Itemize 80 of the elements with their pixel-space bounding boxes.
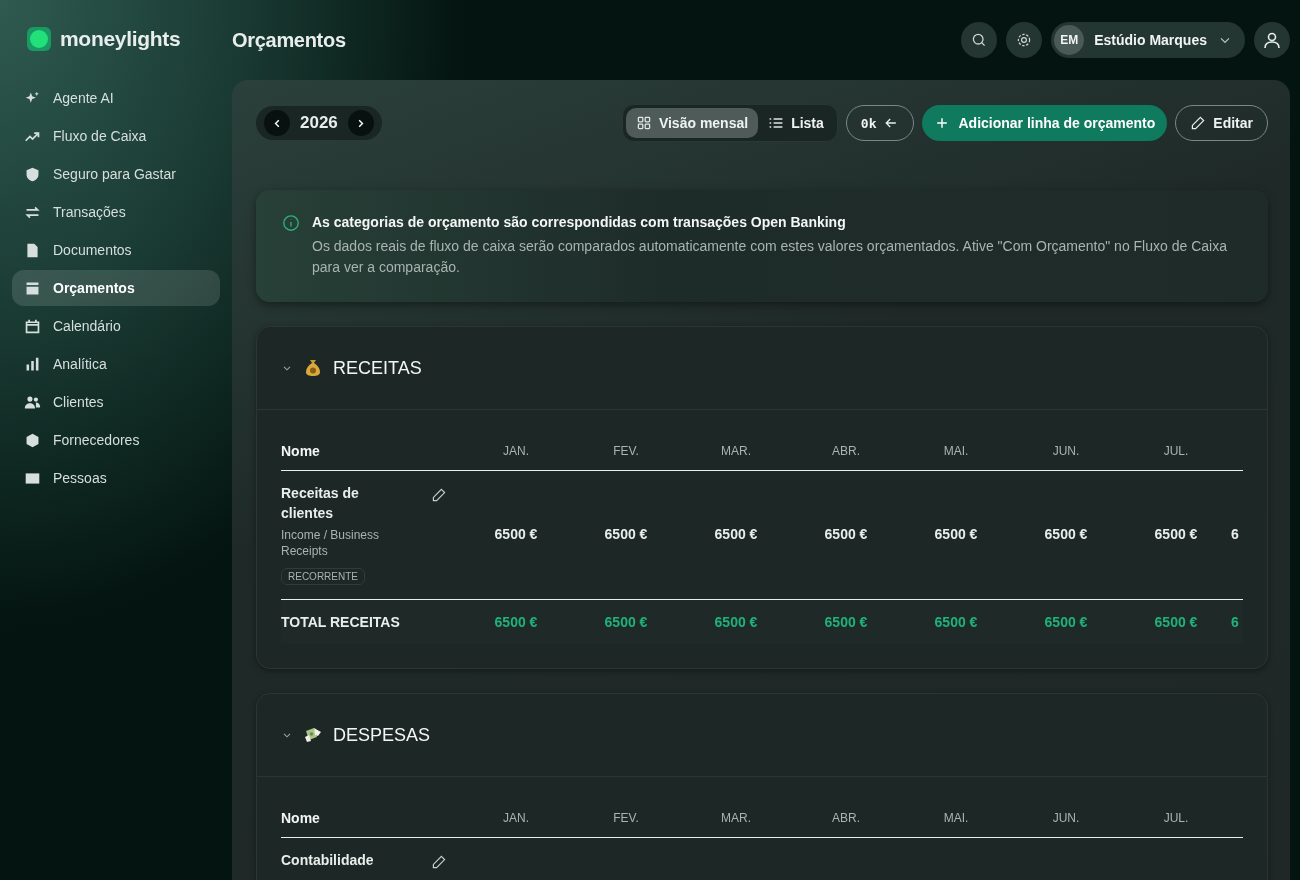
column-header: FEV. bbox=[612, 811, 640, 825]
sidebar-item[interactable]: Analítica bbox=[12, 346, 220, 382]
column-header: JAN. bbox=[502, 444, 530, 458]
total-cell-text: 6500 € bbox=[603, 614, 649, 630]
add-budget-line-button[interactable]: Adicionar linha de orçamento bbox=[922, 105, 1168, 141]
row-name: Contabilidade bbox=[281, 851, 374, 870]
sidebar-item[interactable]: Pessoas bbox=[12, 460, 220, 496]
view-tab[interactable]: Visão mensal bbox=[625, 108, 759, 138]
table-cell-text: 6500 € bbox=[823, 526, 869, 542]
info-icon bbox=[282, 214, 300, 232]
column-header: Nome bbox=[281, 810, 321, 826]
sidebar-item[interactable]: Transações bbox=[12, 194, 220, 230]
row-name: Receitas de clientes bbox=[281, 484, 360, 523]
info-text: Os dados reais de fluxo de caixa serão comparados automaticamente com estes valores orçamentados. Ative "Com Orçamento" no Fluxo de Caixa para ver a comparação. bbox=[312, 237, 1228, 277]
total-cell-text: 6500 € bbox=[1043, 614, 1089, 630]
shield-icon bbox=[24, 165, 41, 183]
previous-year-button[interactable] bbox=[264, 110, 290, 136]
profile-button[interactable] bbox=[1254, 22, 1290, 58]
total-cell-text: 6500 € bbox=[933, 614, 979, 630]
column-header: JUL. bbox=[1162, 444, 1190, 458]
search-button[interactable] bbox=[961, 22, 998, 58]
calendar-icon bbox=[24, 317, 41, 335]
sidebar-item[interactable]: Agente AI bbox=[12, 80, 220, 116]
table-cell-text: 6500 € bbox=[1153, 526, 1199, 542]
total-cell-text: 6500 € bbox=[713, 614, 759, 630]
total-label: TOTAL RECEITAS bbox=[281, 614, 401, 630]
bar-chart-icon bbox=[24, 355, 41, 373]
column-header: ABR. bbox=[831, 444, 861, 458]
table-cell-text: 6 bbox=[1231, 526, 1240, 542]
sidebar-item[interactable]: Seguro para Gastar bbox=[12, 156, 220, 192]
pencil-icon[interactable] bbox=[431, 487, 447, 503]
column-header: MAI. bbox=[942, 811, 970, 825]
recurring-tag: RECORRENTE bbox=[281, 568, 365, 585]
settings-button[interactable] bbox=[1006, 22, 1043, 58]
sidebar-item[interactable]: Orçamentos bbox=[12, 270, 220, 306]
table-cell-text: 6500 € bbox=[933, 526, 979, 542]
column-header: MAR. bbox=[720, 444, 752, 458]
total-cell-text: 6500 € bbox=[493, 614, 539, 630]
sidebar-item[interactable]: Clientes bbox=[12, 384, 220, 420]
info-title: As categorias de orçamento são correspondidas com transações Open Banking bbox=[312, 214, 847, 230]
logo-icon bbox=[26, 26, 52, 52]
column-header: MAI. bbox=[942, 444, 970, 458]
column-header: Nome bbox=[281, 443, 321, 459]
list-icon bbox=[768, 115, 785, 131]
pencil-icon[interactable] bbox=[431, 854, 447, 870]
column-header: JUL. bbox=[1162, 811, 1190, 825]
column-header: MAR. bbox=[720, 811, 752, 825]
money-bag-icon bbox=[303, 358, 323, 378]
user-icon bbox=[1262, 30, 1282, 50]
next-year-button[interactable] bbox=[347, 110, 374, 136]
pencil-icon bbox=[1190, 115, 1207, 131]
column-header: JUN. bbox=[1051, 444, 1081, 458]
column-header: JAN. bbox=[502, 811, 530, 825]
row-category: Income / Business Receipts bbox=[281, 527, 381, 559]
year-label: 2026 bbox=[300, 113, 338, 133]
sidebar-item[interactable]: Documentos bbox=[12, 232, 220, 268]
section-title: DESPESAS bbox=[333, 724, 431, 746]
sidebar-item[interactable]: Calendário bbox=[12, 308, 220, 344]
page-title: Orçamentos bbox=[232, 28, 346, 52]
flying-money-icon bbox=[303, 725, 323, 745]
table-cell-text: 6500 € bbox=[603, 526, 649, 542]
view-tab[interactable]: Lista bbox=[758, 108, 834, 138]
total-cell-text: 6500 € bbox=[1153, 614, 1199, 630]
gear-icon bbox=[1016, 32, 1033, 48]
table-cell-text: 6500 € bbox=[713, 526, 759, 542]
grid-icon bbox=[635, 115, 652, 131]
total-cell-text: 6500 € bbox=[823, 614, 869, 630]
column-header: JUN. bbox=[1051, 811, 1081, 825]
account-switcher[interactable]: EM Estúdio Marques bbox=[1051, 22, 1245, 58]
column-header: FEV. bbox=[612, 444, 640, 458]
search-icon bbox=[971, 32, 988, 48]
column-header: ABR. bbox=[831, 811, 861, 825]
total-cell-text: 6 bbox=[1231, 614, 1240, 630]
sidebar-item[interactable]: Fluxo de Caixa bbox=[12, 118, 220, 154]
table-cell-text: 6500 € bbox=[1043, 526, 1089, 542]
brand-name: moneylights bbox=[60, 27, 181, 51]
document-icon bbox=[24, 241, 41, 259]
section-title: RECEITAS bbox=[333, 357, 422, 379]
sidebar-item[interactable]: Fornecedores bbox=[12, 422, 220, 458]
table-cell-text: 6500 € bbox=[493, 526, 539, 542]
